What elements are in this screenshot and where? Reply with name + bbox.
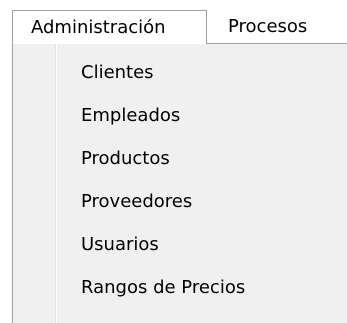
menu-item-rangos-de-precios[interactable]: Rangos de Precios (57, 266, 347, 310)
menu-procesos[interactable]: Procesos (207, 10, 347, 44)
menu-administracion[interactable]: Administración (12, 10, 207, 44)
dropdown-icon-column (13, 44, 55, 323)
administracion-dropdown-menu: Clientes Empleados Productos Proveedores… (12, 43, 347, 323)
menu-item-usuarios[interactable]: Usuarios (57, 223, 347, 267)
menu-item-clientes[interactable]: Clientes (57, 51, 347, 95)
menu-item-proveedores[interactable]: Proveedores (57, 180, 347, 224)
menu-bar: Administración Procesos (0, 0, 347, 44)
menu-item-productos[interactable]: Productos (57, 137, 347, 181)
menu-item-empleados[interactable]: Empleados (57, 94, 347, 138)
